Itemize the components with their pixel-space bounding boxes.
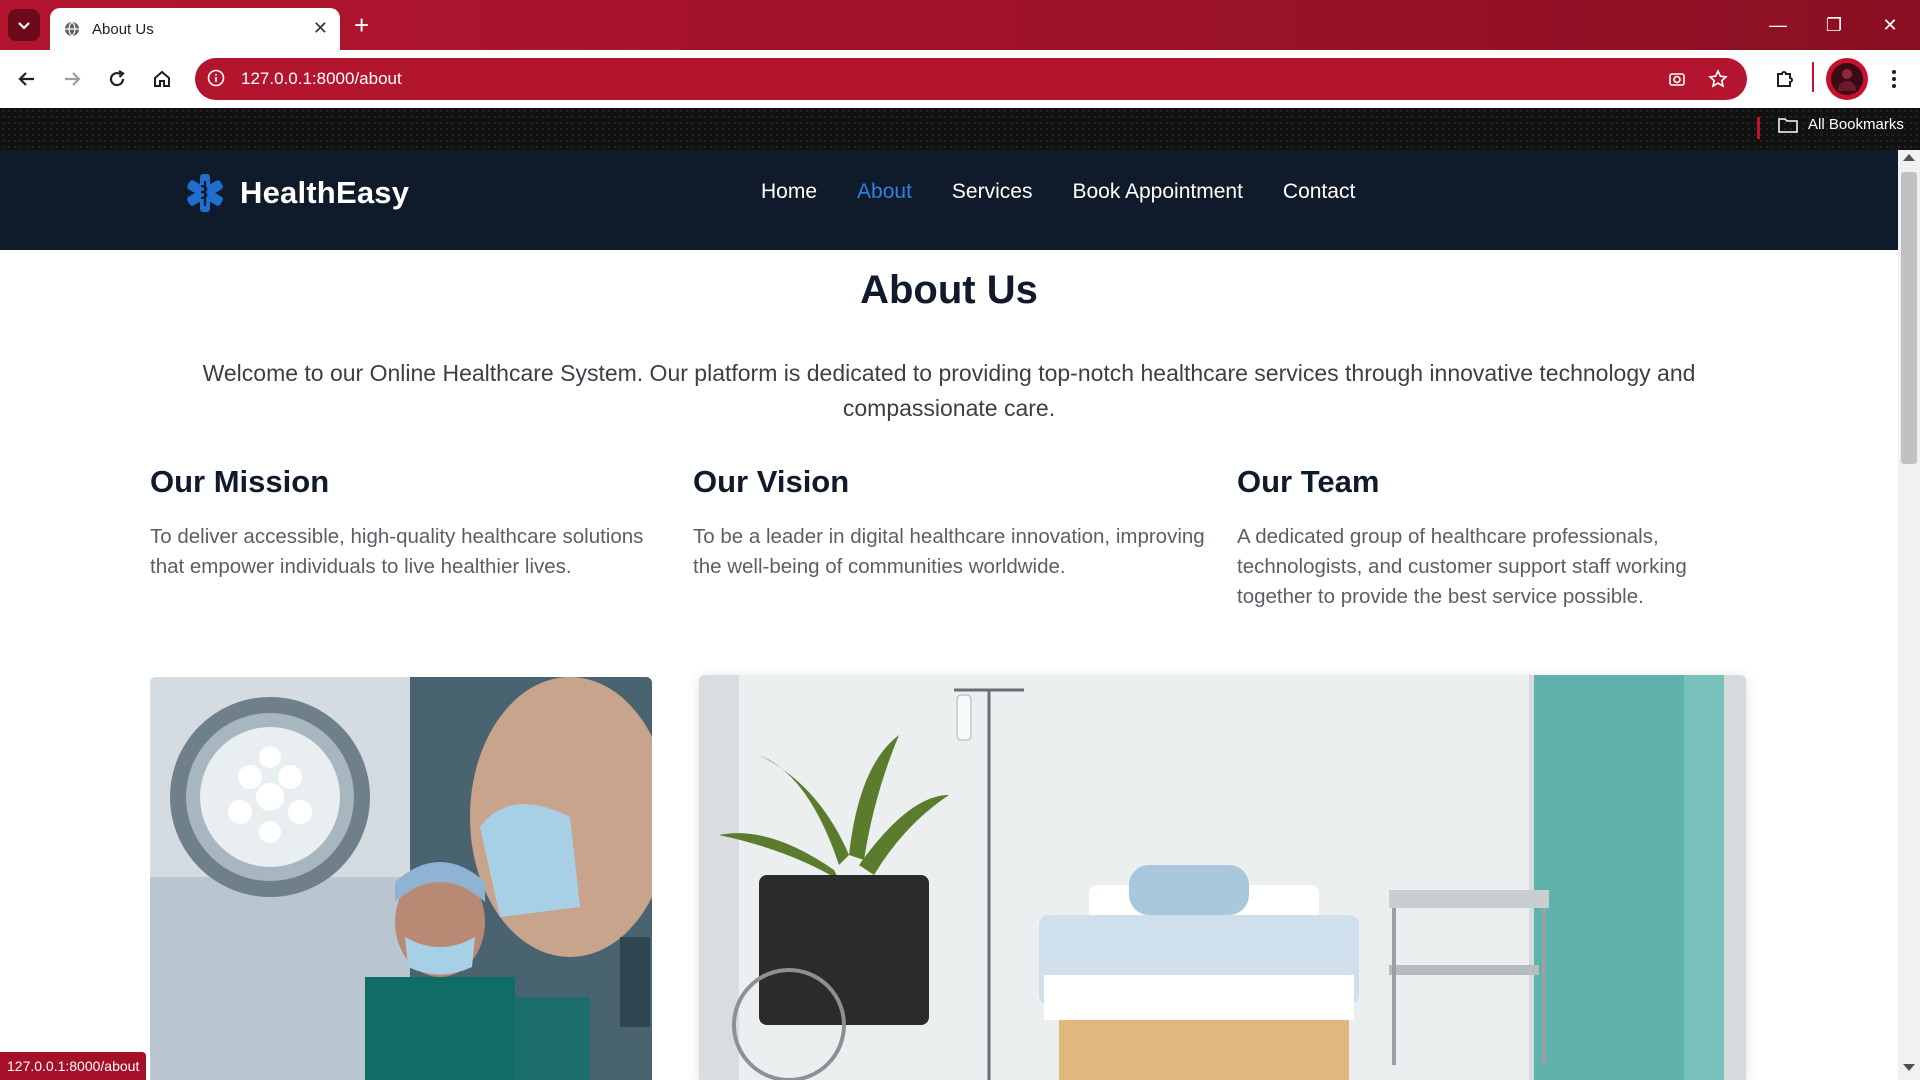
tab-search-button[interactable] <box>8 9 40 41</box>
bookmarks-bar <box>0 108 1920 150</box>
tab-close-icon[interactable]: ✕ <box>313 18 328 39</box>
bookmark-star-icon[interactable] <box>1708 69 1728 89</box>
page-viewport: HealthEasy Home About Services Book Appo… <box>0 150 1898 1080</box>
page-title: About Us <box>860 268 1038 312</box>
browser-tab-active[interactable]: About Us ✕ <box>50 8 340 50</box>
toolbar-divider <box>1812 62 1814 92</box>
all-bookmarks-button[interactable]: All Bookmarks <box>1778 116 1904 133</box>
vision-heading: Our Vision <box>693 464 850 499</box>
forward-button[interactable] <box>59 66 85 92</box>
brand-link[interactable]: HealthEasy <box>184 172 409 214</box>
forward-arrow-icon <box>65 72 81 86</box>
new-tab-button[interactable]: + <box>354 10 369 40</box>
vision-text: To be a leader in digital healthcare inn… <box>693 525 1205 578</box>
nav-book-appointment[interactable]: Book Appointment <box>1072 180 1242 204</box>
minimize-button[interactable]: — <box>1750 0 1806 50</box>
browser-tab-bar: About Us ✕ + — ❐ ✕ <box>0 0 1920 50</box>
browser-menu-button[interactable] <box>1881 66 1907 92</box>
status-url-bubble: 127.0.0.1:8000/about <box>0 1052 147 1080</box>
back-arrow-icon <box>18 72 34 86</box>
home-button[interactable] <box>149 66 175 92</box>
nav-contact[interactable]: Contact <box>1283 180 1355 204</box>
globe-icon <box>65 21 79 37</box>
tab-title: About Us <box>92 20 154 38</box>
team-text: A dedicated group of healthcare professi… <box>1237 525 1687 608</box>
bookmarks-separator <box>1757 117 1760 139</box>
brand-name: HealthEasy <box>240 175 410 210</box>
scroll-down-arrow-icon[interactable] <box>1903 1064 1915 1071</box>
mission-text: To deliver accessible, high-quality heal… <box>150 525 644 578</box>
more-vertical-icon <box>1892 70 1896 88</box>
site-header: HealthEasy Home About Services Book Appo… <box>0 150 1898 250</box>
address-url[interactable]: 127.0.0.1:8000/about <box>241 69 402 89</box>
vision-section: Our Vision To be a leader in digital hea… <box>693 464 1213 582</box>
folder-icon <box>1778 117 1798 133</box>
team-section: Our Team A dedicated group of healthcare… <box>1237 464 1757 612</box>
nav-about[interactable]: About <box>857 180 912 204</box>
address-bar[interactable]: 127.0.0.1:8000/about <box>195 58 1747 100</box>
scrollbar-thumb[interactable] <box>1901 172 1917 464</box>
surgeon-image <box>150 677 652 1080</box>
back-button[interactable] <box>14 66 40 92</box>
intro-paragraph: Welcome to our Online Healthcare System.… <box>202 360 1696 421</box>
mission-heading: Our Mission <box>150 464 330 499</box>
extensions-button[interactable] <box>1772 65 1798 91</box>
reload-button[interactable] <box>104 66 130 92</box>
nav-services[interactable]: Services <box>952 180 1033 204</box>
scroll-up-arrow-icon[interactable] <box>1903 154 1915 161</box>
hospital-room-image <box>699 675 1746 1080</box>
nav-home[interactable]: Home <box>761 180 817 204</box>
reload-icon <box>109 70 125 87</box>
all-bookmarks-label: All Bookmarks <box>1808 116 1904 133</box>
medical-star-logo-icon <box>187 174 223 212</box>
mission-section: Our Mission To deliver accessible, high-… <box>150 464 670 582</box>
screenshot-icon[interactable] <box>1667 69 1687 89</box>
puzzle-icon <box>1777 71 1793 87</box>
close-window-button[interactable]: ✕ <box>1862 0 1918 50</box>
profile-avatar[interactable] <box>1826 58 1868 100</box>
restore-button[interactable]: ❐ <box>1806 0 1862 50</box>
site-info-icon[interactable] <box>207 69 225 87</box>
team-heading: Our Team <box>1237 464 1380 499</box>
main-nav: Home About Services Book Appointment Con… <box>761 180 1355 204</box>
avatar-image <box>1831 63 1863 95</box>
home-icon <box>154 70 170 87</box>
chevron-down-icon <box>18 22 30 30</box>
